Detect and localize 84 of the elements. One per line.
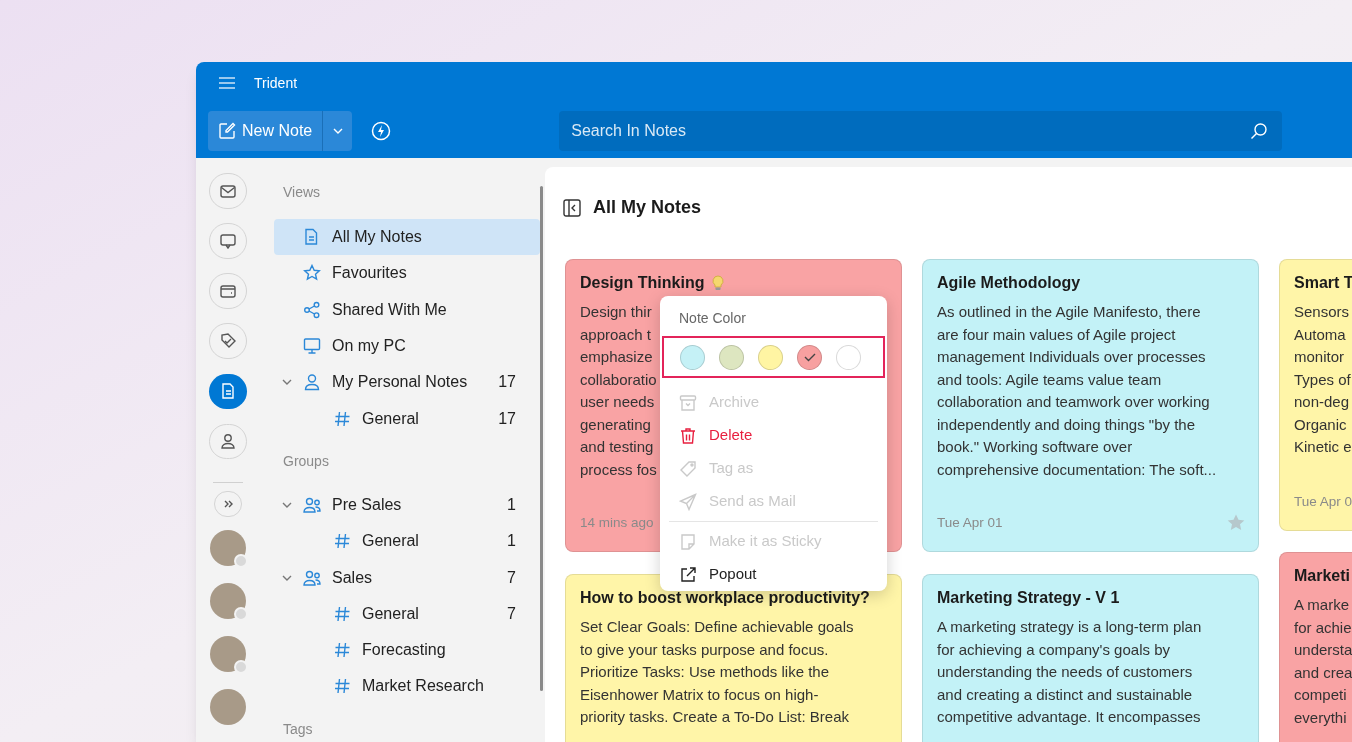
nav-item[interactable]: General 1 (274, 523, 540, 560)
hashtag-icon (333, 641, 351, 660)
new-note-button[interactable]: New Note (208, 111, 323, 151)
color-swatch[interactable] (680, 344, 705, 370)
monitor-icon (303, 337, 321, 356)
person-icon (303, 373, 321, 392)
item-count: 1 (507, 494, 516, 515)
trash-icon (679, 426, 697, 445)
archive-icon (679, 393, 697, 412)
color-swatch[interactable] (797, 344, 822, 370)
hashtag-icon (333, 604, 351, 623)
rail-button[interactable] (209, 373, 247, 410)
hashtag-icon (333, 409, 351, 428)
item-count: 17 (498, 372, 516, 393)
section-header: Tags (282, 719, 314, 739)
nav-item[interactable]: All My Notes (274, 219, 540, 256)
nav-item[interactable]: On my PC (274, 327, 540, 365)
note-title: Agile Methodology (937, 275, 1081, 291)
menu-icon[interactable] (218, 76, 236, 90)
sticky-note-icon (679, 532, 697, 551)
note-body: Set Clear Goals: Define achievable goals to give your tasks purpose and focus. Prioritize Tasks: Use methods like the Eisenhower Matrix to focus on high- priority tasks. Create a To-Do List: Break (580, 617, 854, 727)
section-header: Groups (282, 451, 330, 471)
popout-icon (679, 565, 697, 584)
search-icon[interactable] (1250, 122, 1268, 140)
avatar-photo[interactable] (210, 636, 246, 673)
note-body: A marketing strategy is a long-term plan for achieving a company's goals by understanding the needs of customers and creating a distinct and sustainable competitive advantage. It encompasses (937, 617, 1202, 727)
avatar-photo[interactable] (210, 689, 246, 726)
note-card[interactable] (922, 259, 1259, 552)
item-count: 17 (498, 408, 516, 429)
item-count: 7 (507, 603, 516, 624)
chevron-down-icon (332, 128, 343, 134)
note-title: Marketi (1294, 568, 1351, 584)
note-card[interactable]: Marketi A marke for achie understa and crea competi everythi (1279, 552, 1352, 742)
people-icon (303, 495, 321, 514)
color-swatch[interactable] (758, 344, 783, 370)
nav-item[interactable]: Favourites (274, 255, 540, 292)
nav-item[interactable]: General 7 (274, 595, 540, 632)
note-title: How to boost workplace productivity? (580, 590, 870, 606)
hashtag-icon (333, 677, 351, 696)
sidebar-toggle-icon[interactable] (563, 198, 581, 217)
star-icon (303, 264, 321, 283)
item-count: 1 (507, 531, 516, 552)
note-title: Marketing Strategy - V 1 (937, 590, 1120, 606)
note-date: Tue Apr 01 (937, 513, 1003, 532)
note-date: 14 mins ago (580, 513, 654, 532)
nav-item[interactable]: Pre Sales 1 (274, 486, 540, 524)
note-body: As outlined in the Agile Manifesto, there are four main values of Agile project management Individuals over processes and tools: Agile teams value team collaboration and teamwork over working independently and doing things "by the book." Working software over comprehensive documentation: The soft... (937, 302, 1217, 480)
avatar-photo[interactable] (210, 583, 246, 620)
menu-item[interactable]: Popout (665, 558, 882, 591)
app-title: Trident (254, 73, 298, 93)
menu-item[interactable]: Delete (665, 419, 882, 452)
note-body: Sensors Automa monitor Types of non-deg Organic Kinetic e (1294, 302, 1352, 457)
note-date: Tue Apr 0 (1294, 492, 1352, 511)
scrollbar-thumb[interactable] (540, 186, 543, 691)
color-swatch[interactable] (836, 344, 861, 370)
double-chevron-icon (222, 498, 234, 509)
nav-item[interactable]: Sales 7 (274, 559, 540, 596)
people-icon (303, 568, 321, 587)
page-title: All My Notes (593, 196, 702, 219)
menu-heading: Note Color (678, 309, 747, 328)
search-field[interactable]: Search In Notes (559, 111, 1282, 151)
send-icon (679, 492, 697, 511)
note-title: Design Thinking (580, 275, 705, 291)
nav-item[interactable]: My Personal Notes 17 (274, 364, 540, 401)
nav-item[interactable]: Forecasting (274, 631, 540, 669)
color-swatch[interactable] (719, 344, 744, 370)
lightning-icon[interactable] (371, 121, 392, 141)
note-body: Design thir approach t emphasize collaboratio user needs generating and testing process fos (580, 302, 657, 480)
nav-item[interactable]: Shared With Me (274, 291, 540, 328)
chat-icon (219, 232, 237, 250)
share-icon (303, 300, 321, 319)
note-icon (219, 382, 237, 401)
tag-icon (679, 459, 697, 478)
item-count: 7 (507, 567, 516, 588)
section-header: Views (282, 183, 322, 202)
hashtag-icon (333, 532, 351, 551)
avatar-photo[interactable] (210, 530, 246, 567)
wallet-icon (219, 282, 237, 301)
person-icon (219, 432, 237, 451)
note-body: A marke for achie understa and crea competi everythi (1294, 595, 1352, 728)
nav-item[interactable]: General 17 (274, 400, 540, 437)
nav-item[interactable]: Market Research (274, 668, 540, 705)
check-icon (803, 352, 816, 362)
edit-icon (218, 122, 236, 140)
